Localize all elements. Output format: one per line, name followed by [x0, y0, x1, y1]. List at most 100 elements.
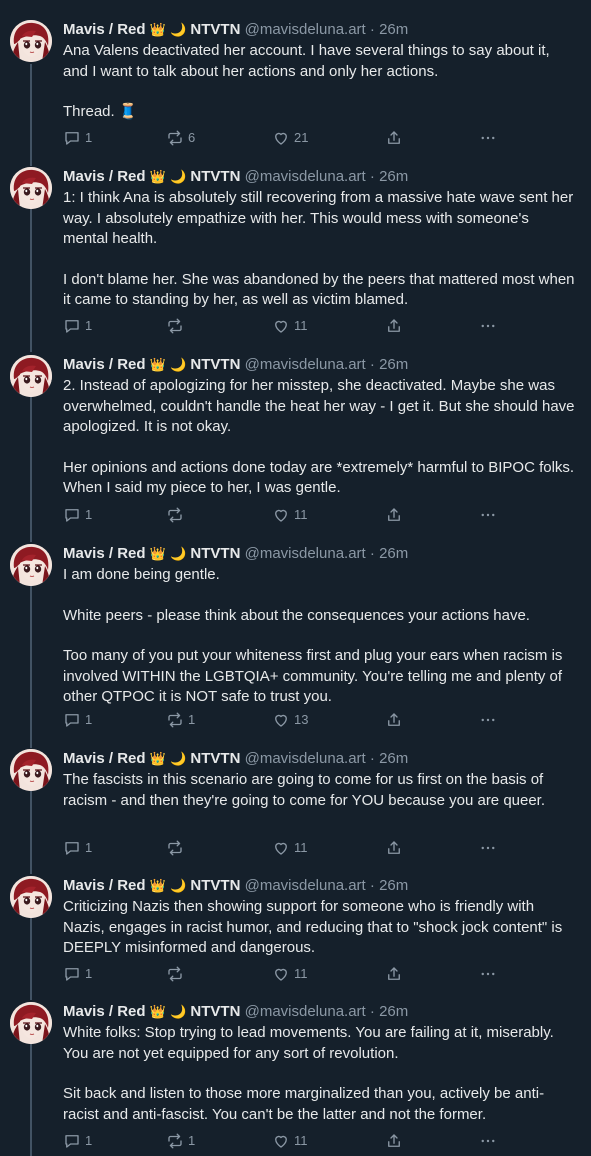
reply-count: 1 — [85, 1133, 93, 1148]
retweet-button[interactable] — [166, 505, 188, 525]
more-icon — [481, 718, 495, 721]
avatar[interactable] — [10, 20, 52, 62]
avatar[interactable] — [10, 355, 52, 397]
tweet-paragraph: Thread. 🧵 — [63, 103, 138, 120]
retweet-count: 1 — [188, 1133, 196, 1148]
avatar[interactable] — [10, 1002, 52, 1044]
avatar[interactable] — [10, 167, 52, 209]
like-button[interactable]: 21 — [272, 128, 308, 148]
thread-line — [30, 912, 32, 1000]
author-badge-text: NTVTN — [190, 168, 241, 185]
tweet-paragraph: White folks: Stop trying to lead movemen… — [63, 1024, 554, 1062]
author-name[interactable]: Mavis / Red — [63, 750, 146, 767]
share-icon — [388, 712, 400, 726]
like-button[interactable]: 11 — [272, 505, 308, 525]
tweet-paragraph: 2. Instead of apologizing for her misste… — [63, 377, 575, 435]
retweet-count: 1 — [188, 712, 196, 727]
author-handle[interactable]: @mavisdeluna.art — [245, 750, 366, 767]
reply-button[interactable]: 1 — [63, 964, 92, 984]
reply-button[interactable]: 1 — [63, 316, 92, 336]
reply-button[interactable]: 1 — [63, 505, 92, 525]
share-icon — [388, 840, 400, 854]
retweet-button[interactable]: 1 — [166, 1131, 195, 1151]
share-button[interactable] — [385, 128, 403, 148]
retweet-icon — [168, 1133, 182, 1148]
avatar[interactable] — [10, 749, 52, 791]
more-button[interactable] — [479, 710, 497, 730]
author-badge-text: NTVTN — [190, 1003, 241, 1020]
retweet-button[interactable]: 6 — [166, 128, 195, 148]
retweet-button[interactable] — [166, 964, 188, 984]
retweet-button[interactable] — [166, 316, 188, 336]
reply-count: 1 — [85, 840, 93, 855]
author-name[interactable]: Mavis / Red — [63, 356, 146, 373]
reply-button[interactable]: 1 — [63, 1131, 92, 1151]
like-count: 11 — [294, 507, 308, 522]
reply-button[interactable]: 1 — [63, 838, 92, 858]
tweet-paragraph: The fascists in this scenario are going … — [63, 771, 546, 809]
share-icon — [388, 130, 400, 144]
like-button[interactable]: 11 — [272, 838, 308, 858]
share-button[interactable] — [385, 505, 403, 525]
reply-button[interactable]: 1 — [63, 128, 92, 148]
post-time[interactable]: 26m — [379, 545, 408, 562]
more-button[interactable] — [479, 1131, 497, 1151]
post-time[interactable]: 26m — [379, 168, 408, 185]
more-button[interactable] — [479, 128, 497, 148]
share-button[interactable] — [385, 964, 403, 984]
author-name[interactable]: Mavis / Red — [63, 21, 146, 38]
more-icon — [481, 1139, 495, 1142]
retweet-icon — [168, 507, 182, 522]
author-name[interactable]: Mavis / Red — [63, 1003, 146, 1020]
post-time[interactable]: 26m — [379, 750, 408, 767]
tweet-text: 1: I think Ana is absolutely still recov… — [63, 188, 578, 311]
author-handle[interactable]: @mavisdeluna.art — [245, 877, 366, 894]
reply-button[interactable]: 1 — [63, 710, 92, 730]
tweet-paragraph: 1: I think Ana is absolutely still recov… — [63, 189, 574, 247]
author-handle[interactable]: @mavisdeluna.art — [245, 21, 366, 38]
thread-line — [30, 580, 32, 748]
more-button[interactable] — [479, 838, 497, 858]
author-handle[interactable]: @mavisdeluna.art — [245, 1003, 366, 1020]
more-button[interactable] — [479, 316, 497, 336]
like-button[interactable]: 13 — [272, 710, 308, 730]
like-button[interactable]: 11 — [272, 964, 308, 984]
author-badge-text: NTVTN — [190, 356, 241, 373]
author-name[interactable]: Mavis / Red — [63, 168, 146, 185]
tweet-text: Ana Valens deactivated her account. I ha… — [63, 41, 578, 123]
more-icon — [481, 513, 495, 516]
post-time[interactable]: 26m — [379, 21, 408, 38]
author-name[interactable]: Mavis / Red — [63, 545, 146, 562]
avatar[interactable] — [10, 876, 52, 918]
retweet-icon — [168, 318, 182, 333]
moon-emoji: 🌙 — [170, 1005, 187, 1020]
crown-emoji: 👑 — [149, 170, 166, 185]
share-button[interactable] — [385, 1131, 403, 1151]
share-button[interactable] — [385, 710, 403, 730]
like-button[interactable]: 11 — [272, 1131, 308, 1151]
tweet-header: Mavis / Red 👑 🌙 NTVTN @mavisdeluna.art ·… — [63, 876, 408, 896]
tweet-header: Mavis / Red 👑 🌙 NTVTN @mavisdeluna.art ·… — [63, 544, 408, 564]
more-button[interactable] — [479, 505, 497, 525]
retweet-button[interactable] — [166, 838, 188, 858]
tweet-paragraph: Her opinions and actions done today are … — [63, 458, 575, 497]
like-button[interactable]: 11 — [272, 316, 308, 336]
heart-icon — [275, 714, 287, 727]
avatar[interactable] — [10, 544, 52, 586]
post-time[interactable]: 26m — [379, 877, 408, 894]
author-name[interactable]: Mavis / Red — [63, 877, 146, 894]
author-badge-text: NTVTN — [190, 545, 241, 562]
share-button[interactable] — [385, 316, 403, 336]
author-handle[interactable]: @mavisdeluna.art — [245, 356, 366, 373]
post-time[interactable]: 26m — [379, 1003, 408, 1020]
more-button[interactable] — [479, 964, 497, 984]
share-button[interactable] — [385, 838, 403, 858]
post-time[interactable]: 26m — [379, 356, 408, 373]
thread-line — [30, 390, 32, 542]
tweet-paragraph: Sit back and listen to those more margin… — [63, 1085, 545, 1123]
retweet-button[interactable]: 1 — [166, 710, 195, 730]
author-handle[interactable]: @mavisdeluna.art — [245, 545, 366, 562]
more-icon — [481, 136, 495, 139]
heart-icon — [275, 842, 287, 855]
author-handle[interactable]: @mavisdeluna.art — [245, 168, 366, 185]
